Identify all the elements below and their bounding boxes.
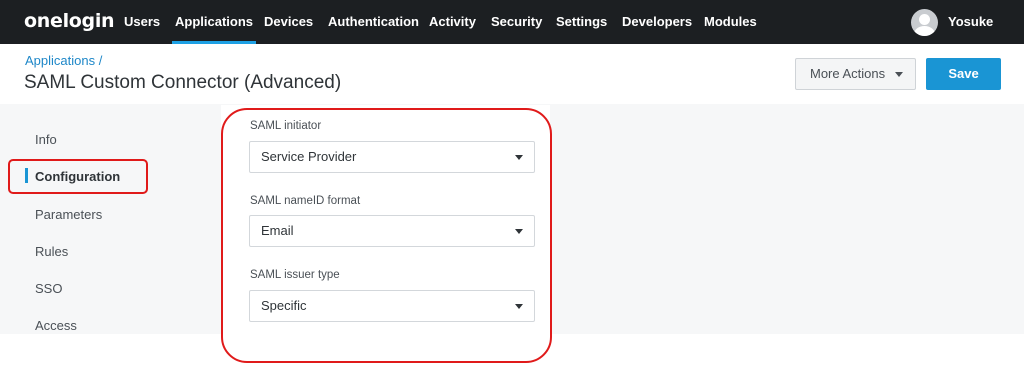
user-avatar-icon[interactable]	[911, 9, 938, 36]
nav-item-developers[interactable]: Developers	[622, 0, 692, 44]
nav-item-devices[interactable]: Devices	[264, 0, 313, 44]
nav-item-users[interactable]: Users	[124, 0, 160, 44]
sidebar-item-sso[interactable]: SSO	[35, 281, 62, 296]
more-actions-label: More Actions	[810, 66, 886, 81]
nav-item-modules[interactable]: Modules	[704, 0, 757, 44]
avatar-head	[919, 14, 930, 25]
nav-item-settings[interactable]: Settings	[556, 0, 607, 44]
page-title: SAML Custom Connector (Advanced)	[24, 72, 342, 93]
nav-item-security[interactable]: Security	[491, 0, 542, 44]
sidebar-item-parameters[interactable]: Parameters	[35, 207, 102, 222]
user-name[interactable]: Yosuke	[948, 0, 993, 44]
nav-item-activity[interactable]: Activity	[429, 0, 476, 44]
avatar-body	[914, 26, 935, 36]
highlight-annotation-configuration	[8, 159, 148, 194]
breadcrumb[interactable]: Applications /	[25, 53, 102, 68]
sidebar-item-access[interactable]: Access	[35, 318, 77, 333]
highlight-annotation-form	[221, 108, 552, 363]
chevron-down-icon	[895, 72, 903, 77]
sidebar-item-info[interactable]: Info	[35, 132, 57, 147]
nav-item-applications[interactable]: Applications	[171, 0, 257, 44]
nav-item-authentication[interactable]: Authentication	[328, 0, 419, 44]
more-actions-button[interactable]: More Actions	[795, 58, 916, 90]
sidebar-item-rules[interactable]: Rules	[35, 244, 68, 259]
page-header: Applications / SAML Custom Connector (Ad…	[0, 44, 1024, 104]
save-button[interactable]: Save	[926, 58, 1001, 90]
top-navigation-bar: onelogin Users Applications Devices Auth…	[0, 0, 1024, 44]
onelogin-logo[interactable]: onelogin	[24, 10, 115, 32]
